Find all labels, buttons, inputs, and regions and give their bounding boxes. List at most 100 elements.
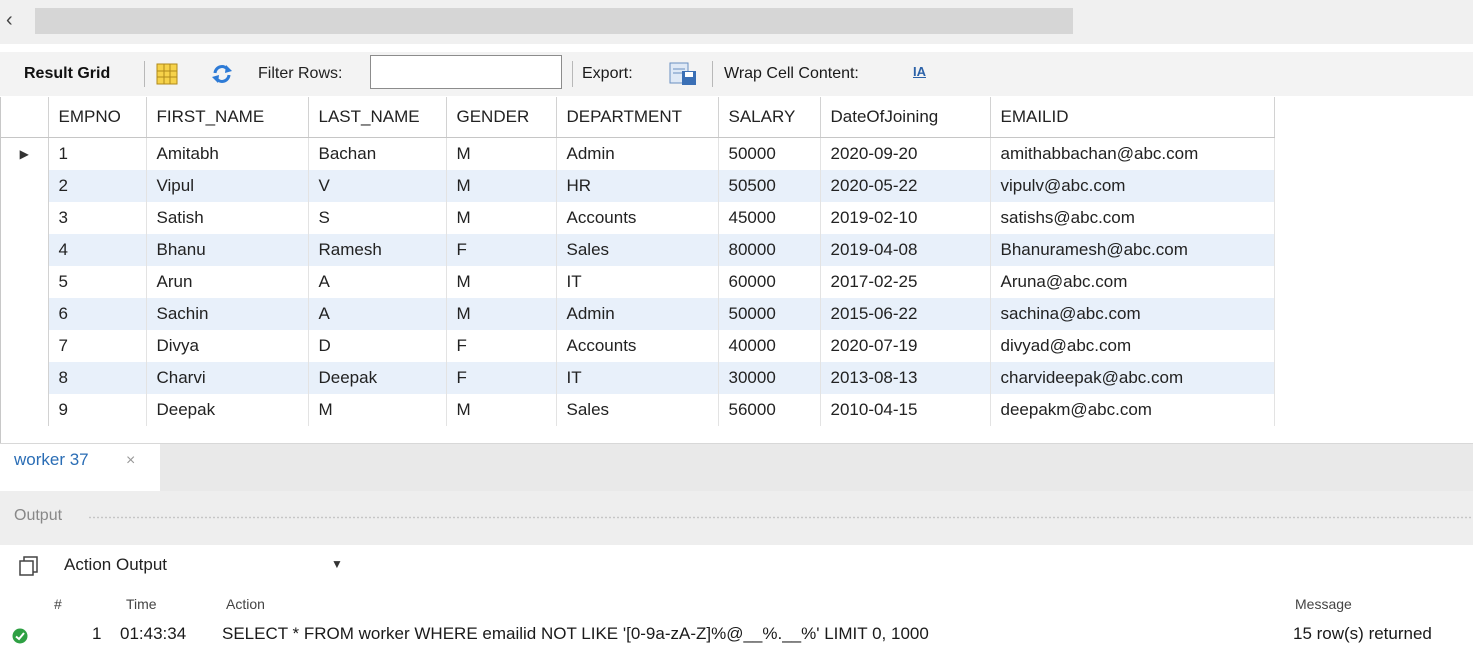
row-selector[interactable] bbox=[1, 298, 49, 330]
table-cell[interactable]: HR bbox=[556, 170, 719, 202]
table-row[interactable]: 2 Vipul V M HR 50500 2020-05-22 vipulv@abc.com bbox=[1, 170, 1275, 202]
table-cell[interactable]: Bhanu bbox=[146, 234, 309, 266]
table-cell[interactable]: S bbox=[308, 202, 447, 234]
table-cell[interactable]: Admin bbox=[556, 137, 719, 170]
copy-icon[interactable] bbox=[18, 555, 40, 577]
table-cell[interactable]: 2019-04-08 bbox=[820, 234, 991, 266]
tab-worker-37[interactable]: worker 37 bbox=[14, 450, 89, 470]
export-icon[interactable] bbox=[668, 61, 698, 87]
table-cell[interactable]: amithabbachan@abc.com bbox=[990, 137, 1275, 170]
table-cell[interactable]: vipulv@abc.com bbox=[990, 170, 1275, 202]
panel-grip[interactable] bbox=[88, 516, 1473, 519]
table-cell[interactable]: Admin bbox=[556, 298, 719, 330]
table-row[interactable]: 9 Deepak M M Sales 56000 2010-04-15 deepakm@abc… bbox=[1, 394, 1275, 426]
table-cell[interactable]: deepakm@abc.com bbox=[990, 394, 1275, 426]
column-header[interactable]: FIRST_NAME bbox=[146, 97, 309, 138]
table-cell[interactable]: 1 bbox=[48, 137, 147, 170]
table-cell[interactable]: M bbox=[446, 170, 557, 202]
table-cell[interactable]: M bbox=[446, 298, 557, 330]
table-cell[interactable]: Sales bbox=[556, 234, 719, 266]
table-cell[interactable]: 80000 bbox=[718, 234, 821, 266]
table-cell[interactable]: Bhanuramesh@abc.com bbox=[990, 234, 1275, 266]
table-cell[interactable]: M bbox=[446, 137, 557, 170]
log-column-header[interactable]: Message bbox=[1295, 596, 1352, 612]
table-cell[interactable]: charvideepak@abc.com bbox=[990, 362, 1275, 394]
table-cell[interactable]: 2019-02-10 bbox=[820, 202, 991, 234]
table-cell[interactable]: 6 bbox=[48, 298, 147, 330]
table-cell[interactable]: Accounts bbox=[556, 330, 719, 362]
table-cell[interactable]: 45000 bbox=[718, 202, 821, 234]
row-selector[interactable] bbox=[1, 234, 49, 266]
horizontal-scrollbar[interactable]: ‹ bbox=[0, 0, 1473, 44]
log-column-header[interactable]: # bbox=[54, 596, 62, 612]
table-cell[interactable]: 5 bbox=[48, 266, 147, 298]
table-cell[interactable]: 50000 bbox=[718, 137, 821, 170]
row-selector[interactable] bbox=[1, 330, 49, 362]
row-selector[interactable] bbox=[1, 362, 49, 394]
row-selector[interactable] bbox=[1, 170, 49, 202]
column-header[interactable]: SALARY bbox=[718, 97, 821, 138]
table-cell[interactable]: Amitabh bbox=[146, 137, 309, 170]
column-header[interactable]: LAST_NAME bbox=[308, 97, 447, 138]
table-cell[interactable]: 2013-08-13 bbox=[820, 362, 991, 394]
table-cell[interactable]: M bbox=[446, 202, 557, 234]
table-cell[interactable]: Arun bbox=[146, 266, 309, 298]
log-column-header[interactable]: Time bbox=[126, 596, 157, 612]
table-row[interactable]: 3 Satish S M Accounts 45000 2019-02-10 satishs@… bbox=[1, 202, 1275, 234]
table-cell[interactable]: F bbox=[446, 234, 557, 266]
table-cell[interactable]: Ramesh bbox=[308, 234, 447, 266]
table-cell[interactable]: divyad@abc.com bbox=[990, 330, 1275, 362]
table-cell[interactable]: M bbox=[308, 394, 447, 426]
table-cell[interactable]: 2017-02-25 bbox=[820, 266, 991, 298]
table-cell[interactable]: M bbox=[446, 266, 557, 298]
table-cell[interactable]: 4 bbox=[48, 234, 147, 266]
table-cell[interactable]: 2010-04-15 bbox=[820, 394, 991, 426]
row-selector[interactable]: ▶ bbox=[1, 137, 49, 170]
table-cell[interactable]: Deepak bbox=[146, 394, 309, 426]
grid-view-icon[interactable] bbox=[156, 63, 178, 85]
table-cell[interactable]: Sachin bbox=[146, 298, 309, 330]
filter-rows-input[interactable] bbox=[370, 55, 562, 89]
result-grid[interactable]: EMPNO FIRST_NAME LAST_NAME GENDER DEPART… bbox=[0, 97, 1281, 443]
table-cell[interactable]: Deepak bbox=[308, 362, 447, 394]
table-cell[interactable]: Sales bbox=[556, 394, 719, 426]
table-row[interactable]: 4 Bhanu Ramesh F Sales 80000 2019-04-08 Bhanura… bbox=[1, 234, 1275, 266]
column-header[interactable]: DateOfJoining bbox=[820, 97, 991, 138]
table-cell[interactable]: F bbox=[446, 362, 557, 394]
table-cell[interactable]: Aruna@abc.com bbox=[990, 266, 1275, 298]
table-cell[interactable]: 2020-05-22 bbox=[820, 170, 991, 202]
table-cell[interactable]: 8 bbox=[48, 362, 147, 394]
table-cell[interactable]: Bachan bbox=[308, 137, 447, 170]
table-cell[interactable]: Satish bbox=[146, 202, 309, 234]
table-cell[interactable]: Vipul bbox=[146, 170, 309, 202]
table-cell[interactable]: 40000 bbox=[718, 330, 821, 362]
row-selector[interactable] bbox=[1, 266, 49, 298]
table-cell[interactable]: 2015-06-22 bbox=[820, 298, 991, 330]
column-header[interactable]: GENDER bbox=[446, 97, 557, 138]
table-cell[interactable]: Accounts bbox=[556, 202, 719, 234]
table-row[interactable]: 8 Charvi Deepak F IT 30000 2013-08-13 charvidee… bbox=[1, 362, 1275, 394]
table-cell[interactable]: F bbox=[446, 330, 557, 362]
output-type-select[interactable]: Action Output bbox=[64, 555, 167, 575]
table-cell[interactable]: 50000 bbox=[718, 298, 821, 330]
scrollbar-thumb[interactable] bbox=[35, 8, 1073, 34]
refresh-icon[interactable] bbox=[210, 62, 234, 86]
chevron-down-icon[interactable]: ▼ bbox=[331, 557, 343, 571]
table-cell[interactable]: 3 bbox=[48, 202, 147, 234]
table-cell[interactable]: Divya bbox=[146, 330, 309, 362]
table-cell[interactable]: IT bbox=[556, 362, 719, 394]
table-cell[interactable]: IT bbox=[556, 266, 719, 298]
table-cell[interactable]: A bbox=[308, 298, 447, 330]
log-column-header[interactable]: Action bbox=[226, 596, 265, 612]
table-cell[interactable]: sachina@abc.com bbox=[990, 298, 1275, 330]
table-cell[interactable]: 9 bbox=[48, 394, 147, 426]
table-row[interactable]: 7 Divya D F Accounts 40000 2020-07-19 divyad@ab… bbox=[1, 330, 1275, 362]
table-cell[interactable]: Charvi bbox=[146, 362, 309, 394]
close-icon[interactable]: × bbox=[126, 452, 135, 470]
table-cell[interactable]: 50500 bbox=[718, 170, 821, 202]
table-cell[interactable]: 7 bbox=[48, 330, 147, 362]
table-cell[interactable]: 30000 bbox=[718, 362, 821, 394]
result-grid-tab[interactable]: Result Grid bbox=[24, 52, 110, 96]
table-row[interactable]: ▶ 1 Amitabh Bachan M Admin 50000 2020-09-20 amit… bbox=[1, 137, 1275, 170]
table-cell[interactable]: D bbox=[308, 330, 447, 362]
